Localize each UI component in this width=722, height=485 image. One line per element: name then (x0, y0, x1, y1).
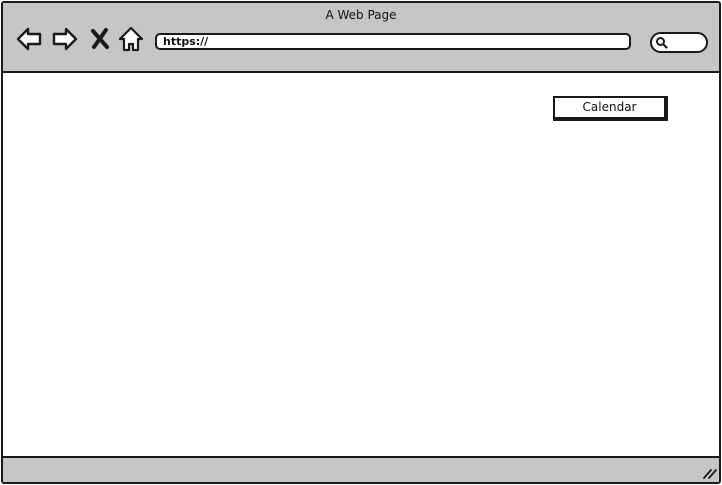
forward-arrow-icon[interactable] (51, 25, 79, 53)
close-icon[interactable] (89, 25, 111, 53)
search-icon (656, 37, 668, 49)
browser-toolbar: A Web Page https:// (3, 3, 719, 73)
search-input[interactable] (650, 32, 708, 53)
home-icon[interactable] (117, 25, 145, 53)
calendar-button[interactable]: Calendar (553, 96, 668, 121)
browser-window: A Web Page https:// Calendar (1, 1, 721, 484)
window-title: A Web Page (325, 8, 397, 22)
status-bar (3, 456, 719, 482)
resize-grip-icon[interactable] (701, 466, 717, 480)
page-content: Calendar (3, 73, 719, 456)
back-arrow-icon[interactable] (15, 25, 43, 53)
url-input[interactable]: https:// (155, 33, 631, 50)
